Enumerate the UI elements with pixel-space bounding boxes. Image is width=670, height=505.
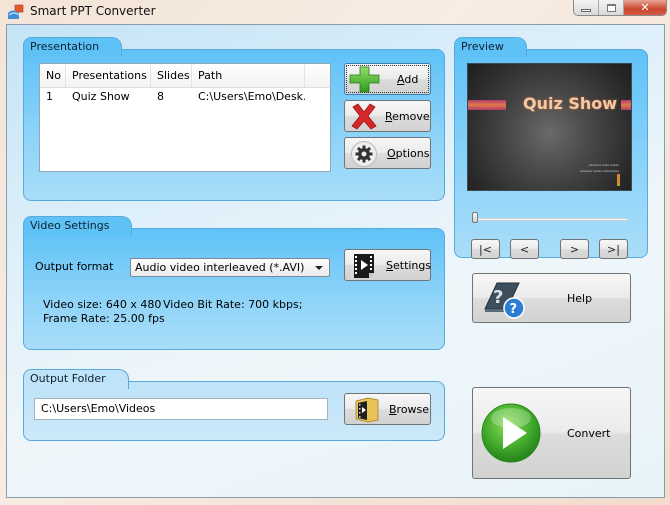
preview-position-slider[interactable] bbox=[472, 212, 478, 223]
column-header-filler bbox=[305, 64, 330, 87]
close-icon: ✕ bbox=[640, 1, 650, 14]
next-slide-button[interactable]: > bbox=[560, 239, 589, 259]
gear-icon bbox=[351, 141, 377, 167]
slide-stripe-right bbox=[621, 100, 631, 110]
column-header-slides[interactable]: Slides bbox=[151, 64, 192, 87]
help-button-label: Help bbox=[567, 292, 593, 305]
add-button-label: Add bbox=[397, 73, 419, 86]
main-window-client: Presentation No Presentations Slides Pat… bbox=[6, 24, 665, 498]
slide-decoration bbox=[617, 174, 620, 186]
video-bit-rate-text: Video Bit Rate: 700 kbps; bbox=[163, 298, 303, 311]
window-controls: ✕ bbox=[573, 0, 667, 16]
preview-position-track[interactable] bbox=[472, 218, 628, 221]
next-slide-icon: > bbox=[569, 242, 580, 256]
browse-button-label: Browse bbox=[389, 403, 430, 416]
slide-subtitle-line-1: xxxxxxx xxxx xxxxx bbox=[588, 163, 619, 167]
convert-button-label: Convert bbox=[567, 427, 611, 440]
maximize-button[interactable] bbox=[599, 0, 624, 15]
output-format-value: Audio video interleaved (*.AVI) bbox=[135, 261, 305, 274]
cell-slides: 8 bbox=[157, 90, 164, 103]
video-size-text: Video size: 640 x 480 bbox=[43, 298, 162, 311]
cell-no: 1 bbox=[46, 90, 53, 103]
remove-button-label: Remove bbox=[385, 110, 430, 123]
presentation-list[interactable]: No Presentations Slides Path 1 Quiz Show… bbox=[39, 63, 331, 172]
settings-button[interactable]: Settings bbox=[344, 249, 431, 281]
options-button[interactable]: Options bbox=[344, 137, 431, 169]
help-book-icon: ? ? bbox=[481, 279, 527, 319]
cell-path: C:\Users\Emo\Desk... bbox=[198, 90, 305, 103]
output-folder-input[interactable]: C:\Users\Emo\Videos bbox=[34, 398, 328, 420]
svg-text:?: ? bbox=[510, 302, 518, 317]
presentation-group: Presentation No Presentations Slides Pat… bbox=[23, 37, 445, 201]
play-icon bbox=[480, 402, 542, 464]
svg-text:?: ? bbox=[493, 287, 503, 308]
column-header-presentations[interactable]: Presentations bbox=[66, 64, 151, 87]
plus-icon bbox=[349, 65, 381, 93]
first-slide-icon: |< bbox=[479, 242, 492, 256]
video-settings-group-label: Video Settings bbox=[23, 216, 133, 236]
remove-x-icon bbox=[350, 103, 378, 130]
first-slide-button[interactable]: |< bbox=[471, 239, 500, 259]
table-row[interactable]: 1 Quiz Show 8 C:\Users\Emo\Desk... bbox=[40, 88, 330, 106]
list-header: No Presentations Slides Path bbox=[40, 64, 330, 88]
column-header-no[interactable]: No bbox=[40, 64, 66, 87]
video-file-icon bbox=[353, 253, 375, 279]
last-slide-button[interactable]: >| bbox=[599, 239, 628, 259]
minimize-button[interactable] bbox=[574, 0, 600, 15]
column-header-path[interactable]: Path bbox=[192, 64, 305, 87]
slide-stripe-left bbox=[468, 100, 506, 110]
previous-slide-button[interactable]: < bbox=[510, 239, 539, 259]
output-folder-group: Output Folder C:\Users\Emo\Videos Browse bbox=[23, 369, 445, 441]
output-format-select[interactable]: Audio video interleaved (*.AVI) bbox=[130, 258, 330, 277]
window-title: Smart PPT Converter bbox=[30, 4, 156, 18]
cell-presentation-name: Quiz Show bbox=[72, 90, 130, 103]
slide-preview: Quiz Show xxxxxxx xxxx xxxxx xxxxxxx xxx… bbox=[467, 63, 632, 191]
preview-group-label: Preview bbox=[454, 37, 527, 57]
title-bar: Smart PPT Converter ✕ bbox=[0, 0, 670, 24]
output-folder-group-label: Output Folder bbox=[23, 369, 129, 389]
app-icon bbox=[8, 4, 24, 19]
slide-subtitle-line-2: xxxxxxx xxxxx xxxxxxxxx bbox=[579, 169, 619, 173]
remove-button[interactable]: Remove bbox=[344, 100, 431, 132]
video-settings-group: Video Settings Output format Audio video… bbox=[23, 216, 445, 350]
chevron-down-icon bbox=[315, 266, 323, 270]
frame-rate-text: Frame Rate: 25.00 fps bbox=[43, 312, 165, 325]
presentation-group-label: Presentation bbox=[23, 37, 123, 57]
maximize-icon bbox=[606, 3, 616, 12]
settings-button-label: Settings bbox=[386, 259, 432, 272]
help-button[interactable]: ? ? Help bbox=[472, 273, 631, 323]
slide-title: Quiz Show bbox=[523, 94, 618, 113]
browse-button[interactable]: Browse bbox=[344, 393, 431, 425]
preview-group: Preview Quiz Show xxxxxxx xxxx xxxxx xxx… bbox=[454, 37, 648, 259]
last-slide-icon: >| bbox=[607, 242, 620, 256]
video-folder-icon bbox=[354, 397, 380, 423]
previous-slide-icon: < bbox=[519, 242, 530, 256]
convert-button[interactable]: Convert bbox=[472, 387, 631, 479]
options-button-label: Options bbox=[387, 147, 430, 160]
output-format-label: Output format bbox=[35, 260, 114, 273]
minimize-icon bbox=[581, 8, 592, 12]
close-button[interactable]: ✕ bbox=[623, 0, 666, 15]
add-button[interactable]: Add bbox=[344, 63, 431, 95]
